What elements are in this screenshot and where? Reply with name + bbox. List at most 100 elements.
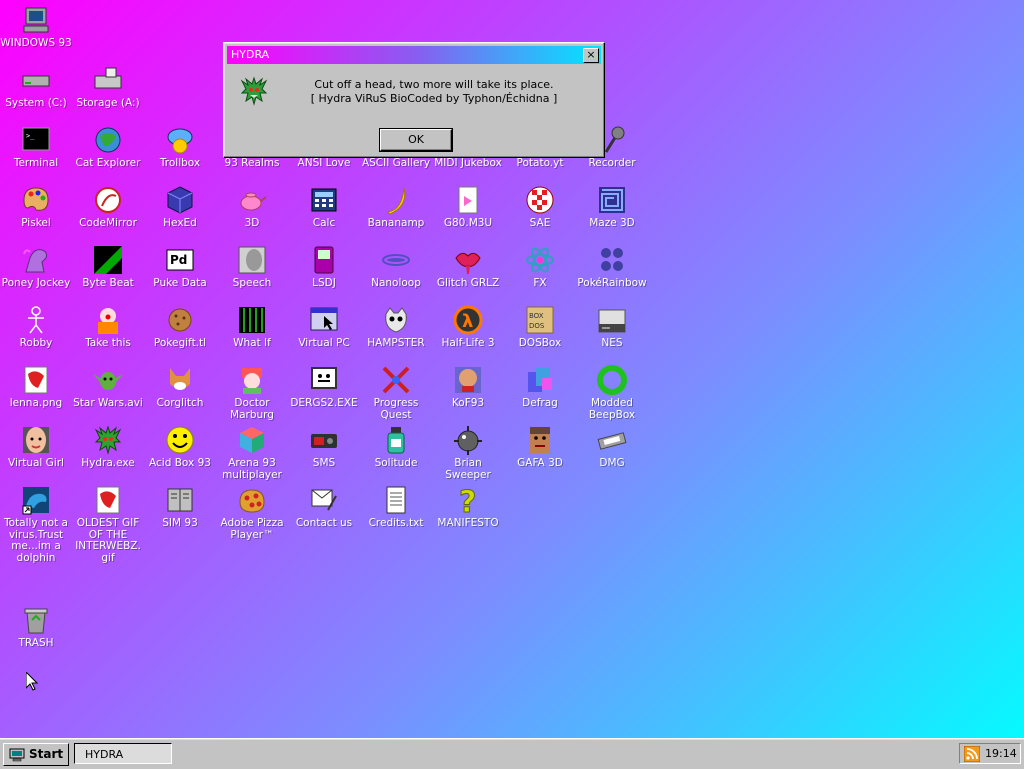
desktop-icon-nanoloop[interactable]: Nanoloop	[360, 244, 432, 290]
desktop-icon-trollbox[interactable]: Trollbox	[144, 124, 216, 170]
desktop-icon-maze-3d[interactable]: Maze 3D	[576, 184, 648, 230]
desktop-icon-label: Terminal	[13, 157, 59, 169]
desktop-icon-take-this[interactable]: Take this	[72, 304, 144, 350]
desktop-icon-byte-beat[interactable]: Byte Beat	[72, 244, 144, 290]
desktop-icon-label: 93 Realms	[224, 157, 280, 169]
desktop-icon-piskel[interactable]: Piskel	[0, 184, 72, 230]
book-icon	[164, 484, 196, 516]
desktop-icon-lsdj[interactable]: LSDJ	[288, 244, 360, 290]
desktop-icon-contact-us[interactable]: Contact us	[288, 484, 360, 530]
pokemon-icon	[596, 244, 628, 276]
desktop-icon-robby[interactable]: Robby	[0, 304, 72, 350]
lambda-icon: λ	[452, 304, 484, 336]
desktop-icon-label: System (C:)	[5, 97, 67, 109]
desktop-icon-brian-sweeper[interactable]: Brian Sweeper	[432, 424, 504, 481]
desktop-icon-totally-not-a-virus-trust-me-im-a-dolphin[interactable]: Totally not a virus.Trust me...im a dolp…	[0, 484, 72, 564]
desktop-icon-label: lenna.png	[9, 397, 63, 409]
codemirror-icon	[92, 184, 124, 216]
desktop-icon-label: Glitch GRLZ	[436, 277, 500, 289]
desktop-icon-label: SAE	[529, 217, 551, 229]
desktop-icon-system-c[interactable]: System (C:)	[0, 64, 72, 110]
ok-button[interactable]: OK	[380, 129, 452, 151]
desktop-icon-speech[interactable]: Speech	[216, 244, 288, 290]
desktop-icon-sim-93[interactable]: SIM 93	[144, 484, 216, 530]
desktop-icon-glitch-grlz[interactable]: Glitch GRLZ	[432, 244, 504, 290]
desktop-icon-codemirror[interactable]: CodeMirror	[72, 184, 144, 230]
desktop-icon-label: Speech	[232, 277, 272, 289]
desktop-icon-label: Robby	[19, 337, 53, 349]
desktop-icon-fx[interactable]: FX	[504, 244, 576, 290]
desktop-icon-corglitch[interactable]: Corglitch	[144, 364, 216, 410]
desktop-icon-bananamp[interactable]: Bananamp	[360, 184, 432, 230]
desktop-icon-g80-m3u[interactable]: G80.M3U	[432, 184, 504, 230]
desktop-icon-progress-quest[interactable]: Progress Quest	[360, 364, 432, 421]
desktop-icon-half-life-3[interactable]: λ Half-Life 3	[432, 304, 504, 350]
desktop-icon-label: Byte Beat	[82, 277, 134, 289]
desktop-icon-label: Puke Data	[153, 277, 207, 289]
close-button[interactable]: ×	[583, 48, 599, 63]
desktop-icon-dmg[interactable]: DMG	[576, 424, 648, 470]
desktop-icon-star-wars-avi[interactable]: Star Wars.avi	[72, 364, 144, 410]
desktop-icon-storage-a[interactable]: Storage (A:)	[72, 64, 144, 110]
desktop-icon-label: Brian Sweeper	[445, 457, 491, 481]
desktop-icon-hydra-exe[interactable]: Hydra.exe	[72, 424, 144, 470]
desktop-icon-kof93[interactable]: KoF93	[432, 364, 504, 410]
desktop-icon-modded-beepbox[interactable]: Modded BeepBox	[576, 364, 648, 421]
desktop-icon-3d[interactable]: 3D	[216, 184, 288, 230]
desktop-icon-label: Acid Box 93	[149, 457, 211, 469]
desktop-icon-dergs2-exe[interactable]: DERGS2.EXE	[288, 364, 360, 410]
desktop-icon-solitude[interactable]: Solitude	[360, 424, 432, 470]
mine-icon	[452, 424, 484, 456]
dialog-titlebar[interactable]: HYDRA ×	[227, 46, 601, 64]
desktop-icon-what-if[interactable]: What If	[216, 304, 288, 350]
start-button[interactable]: Start	[3, 743, 69, 766]
swords-icon	[380, 364, 412, 396]
desktop-icon-hampster[interactable]: HAMPSTER	[360, 304, 432, 350]
desktop-icon-pokegift-tl[interactable]: Pokegift.tl	[144, 304, 216, 350]
desktop-icon-doctor-marburg[interactable]: Doctor Marburg	[216, 364, 288, 421]
desktop-icon-lenna-png[interactable]: lenna.png	[0, 364, 72, 410]
desktop-icon-sae[interactable]: SAE	[504, 184, 576, 230]
desktop-icon-label: Calc	[312, 217, 336, 229]
desktop-icon-defrag[interactable]: Defrag	[504, 364, 576, 410]
stick-figure-icon	[20, 304, 52, 336]
gif-file-icon	[92, 484, 124, 516]
desktop-icon-label: Take this	[85, 337, 131, 349]
desktop-icon-acid-box-93[interactable]: Acid Box 93	[144, 424, 216, 470]
desktop-icon-calc[interactable]: Calc	[288, 184, 360, 230]
desktop-icon-nes[interactable]: NES	[576, 304, 648, 350]
defrag-icon	[524, 364, 556, 396]
desktop-icon-virtual-girl[interactable]: Virtual Girl	[0, 424, 72, 470]
desktop-icon-puke-data[interactable]: Pd Puke Data	[144, 244, 216, 290]
desktop-icon-label: Modded BeepBox	[588, 397, 636, 421]
desktop-icon-terminal[interactable]: >_ Terminal	[0, 124, 72, 170]
desktop-icon-credits-txt[interactable]: Credits.txt	[360, 484, 432, 530]
desktop-icon-manifesto[interactable]: ? MANIFESTO	[432, 484, 504, 530]
rss-icon[interactable]	[964, 745, 980, 762]
dosbox-icon: BOX DOS	[524, 304, 556, 336]
desktop-icon-label: Nanoloop	[371, 277, 421, 289]
chat-bubble-icon	[164, 124, 196, 156]
desktop-icon-adobe-pizza-player[interactable]: Adobe Pizza Player™	[216, 484, 288, 541]
desktop-icon-sms[interactable]: SMS	[288, 424, 360, 470]
desktop-icon-windows-93[interactable]: WINDOWS 93	[0, 4, 72, 50]
desktop-icon-poney-jockey[interactable]: Poney Jockey	[0, 244, 72, 290]
desktop-icon-arena-93-multiplayer[interactable]: Arena 93 multiplayer	[216, 424, 288, 481]
hamster-icon	[380, 304, 412, 336]
desktop-icon-label: PokéRainbow	[577, 277, 647, 289]
desktop-icon-dosbox[interactable]: BOX DOS DOSBox	[504, 304, 576, 350]
desktop-icon-cat-explorer[interactable]: Cat Explorer	[72, 124, 144, 170]
desktop-icon-oldest-gif-of-the-interwebz-gif[interactable]: OLDEST GIF OF THE INTERWEBZ.gif	[72, 484, 144, 564]
desktop-icon-label: Totally not a virus.Trust me...im a dolp…	[4, 517, 68, 564]
desktop-icon-label: Piskel	[21, 217, 51, 229]
desktop-icon-hexed[interactable]: HexEd	[144, 184, 216, 230]
desktop-icon-virtual-pc[interactable]: Virtual PC	[288, 304, 360, 350]
desktop-icon-trash[interactable]: TRASH	[0, 604, 72, 650]
desktop-icon-gafa-3d[interactable]: GAFA 3D	[504, 424, 576, 470]
taskbar-item-hydra[interactable]: HYDRA	[74, 743, 172, 764]
desktop-icon-label: Recorder	[588, 157, 636, 169]
start-label: Start	[29, 747, 64, 761]
desktop-icon-label: What If	[233, 337, 271, 349]
cassette-icon	[596, 424, 628, 456]
desktop-icon-pok-rainbow[interactable]: PokéRainbow	[576, 244, 648, 290]
